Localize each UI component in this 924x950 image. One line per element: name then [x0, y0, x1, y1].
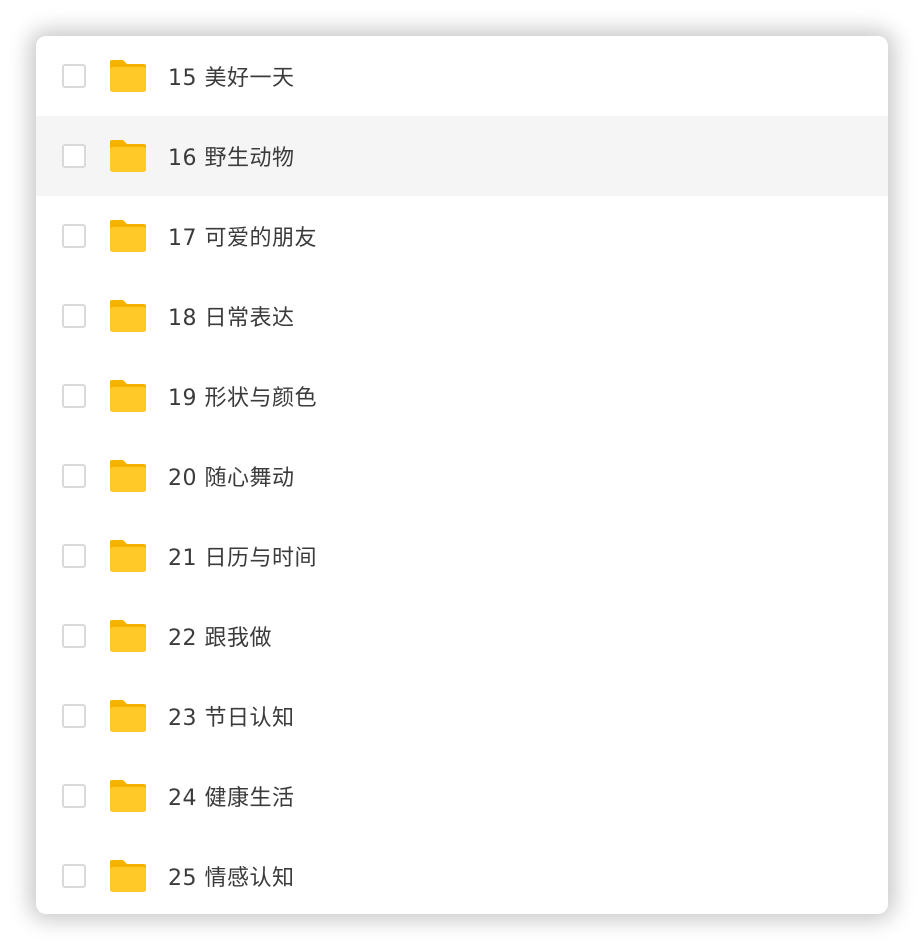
folder-list-panel: 15 美好一天 16 野生动物 17 可爱的朋友 18 日常表达 19 形状与颜… — [36, 36, 888, 914]
folder-icon — [110, 380, 146, 412]
folder-icon — [110, 540, 146, 572]
folder-icon — [110, 460, 146, 492]
checkbox[interactable] — [62, 224, 86, 248]
folder-row[interactable]: 17 可爱的朋友 — [36, 196, 888, 276]
checkbox[interactable] — [62, 304, 86, 328]
folder-row[interactable]: 25 情感认知 — [36, 836, 888, 914]
checkbox[interactable] — [62, 544, 86, 568]
folder-icon — [110, 140, 146, 172]
folder-name: 17 可爱的朋友 — [168, 226, 317, 251]
folder-name: 16 野生动物 — [168, 146, 295, 171]
folder-icon — [110, 780, 146, 812]
folder-name: 21 日历与时间 — [168, 546, 317, 571]
folder-name: 20 随心舞动 — [168, 466, 295, 491]
folder-name: 23 节日认知 — [168, 706, 295, 731]
stage: 15 美好一天 16 野生动物 17 可爱的朋友 18 日常表达 19 形状与颜… — [0, 0, 924, 950]
folder-list: 15 美好一天 16 野生动物 17 可爱的朋友 18 日常表达 19 形状与颜… — [36, 36, 888, 914]
folder-icon — [110, 60, 146, 92]
folder-icon — [110, 620, 146, 652]
checkbox[interactable] — [62, 64, 86, 88]
folder-icon — [110, 220, 146, 252]
checkbox[interactable] — [62, 384, 86, 408]
folder-name: 19 形状与颜色 — [168, 386, 317, 411]
checkbox[interactable] — [62, 864, 86, 888]
folder-name: 22 跟我做 — [168, 626, 272, 651]
folder-icon — [110, 700, 146, 732]
folder-name: 15 美好一天 — [168, 66, 295, 91]
folder-row[interactable]: 15 美好一天 — [36, 36, 888, 116]
folder-name: 18 日常表达 — [168, 306, 295, 331]
folder-row[interactable]: 21 日历与时间 — [36, 516, 888, 596]
folder-icon — [110, 300, 146, 332]
folder-row[interactable]: 23 节日认知 — [36, 676, 888, 756]
folder-row[interactable]: 16 野生动物 — [36, 116, 888, 196]
checkbox[interactable] — [62, 784, 86, 808]
folder-row[interactable]: 22 跟我做 — [36, 596, 888, 676]
checkbox[interactable] — [62, 704, 86, 728]
folder-name: 24 健康生活 — [168, 786, 295, 811]
checkbox[interactable] — [62, 464, 86, 488]
checkbox[interactable] — [62, 144, 86, 168]
folder-row[interactable]: 20 随心舞动 — [36, 436, 888, 516]
folder-name: 25 情感认知 — [168, 866, 295, 891]
folder-row[interactable]: 19 形状与颜色 — [36, 356, 888, 436]
checkbox[interactable] — [62, 624, 86, 648]
folder-row[interactable]: 24 健康生活 — [36, 756, 888, 836]
folder-row[interactable]: 18 日常表达 — [36, 276, 888, 356]
folder-icon — [110, 860, 146, 892]
